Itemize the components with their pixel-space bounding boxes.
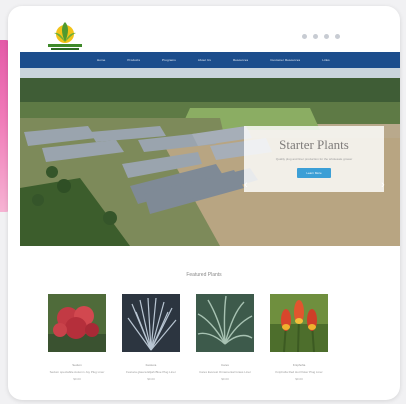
product-name: Sedum xyxy=(72,363,82,367)
nursery-logo[interactable] xyxy=(42,20,88,52)
email-icon[interactable] xyxy=(335,34,340,39)
chevron-right-icon[interactable]: › xyxy=(381,180,385,191)
product-description: Sedum spectabile Autumn Joy Plug Liner xyxy=(49,370,105,374)
product-name: Festuca xyxy=(145,363,157,367)
chevron-left-icon[interactable]: ‹ xyxy=(244,180,248,191)
twitter-icon[interactable] xyxy=(313,34,318,39)
hero-slider: Starter Plants Quality plug and liner pr… xyxy=(20,68,400,246)
main-navigation: Home Products Programs About Us Resource… xyxy=(20,52,400,68)
product-image[interactable] xyxy=(48,294,106,352)
product-card[interactable]: Carex Carex Everest Ornamental Grass Lin… xyxy=(196,294,254,381)
hero-subtitle: Quality plug and liner production for th… xyxy=(275,157,353,161)
nav-item-customer-resources[interactable]: Customer Resources xyxy=(259,58,311,62)
product-price: $0.00 xyxy=(221,377,229,381)
nav-item-about[interactable]: About Us xyxy=(187,58,222,62)
featured-products-grid: Sedum Sedum spectabile Autumn Joy Plug L… xyxy=(48,294,384,390)
site-header xyxy=(8,6,400,52)
hero-caption-box: Starter Plants Quality plug and liner pr… xyxy=(244,126,384,192)
product-price: $0.00 xyxy=(295,377,303,381)
product-name: Carex xyxy=(220,363,229,367)
nav-item-programs[interactable]: Programs xyxy=(151,58,187,62)
product-image[interactable] xyxy=(270,294,328,352)
product-card[interactable]: Sedum Sedum spectabile Autumn Joy Plug L… xyxy=(48,294,106,381)
social-links xyxy=(302,34,340,39)
product-description: Kniphofia Red Hot Poker Plug Liner xyxy=(275,370,323,374)
product-name: Kniphofia xyxy=(292,363,306,367)
hero-cta-button[interactable]: Learn More xyxy=(297,168,331,178)
product-image[interactable] xyxy=(122,294,180,352)
product-price: $0.00 xyxy=(147,377,155,381)
nav-item-home[interactable]: Home xyxy=(86,58,116,62)
nav-item-products[interactable]: Products xyxy=(116,58,151,62)
product-card[interactable]: Kniphofia Kniphofia Red Hot Poker Plug L… xyxy=(270,294,328,381)
nav-item-resources[interactable]: Resources xyxy=(222,58,259,62)
facebook-icon[interactable] xyxy=(302,34,307,39)
product-description: Festuca glauca Elijah Blue Plug Liner xyxy=(126,370,176,374)
product-image[interactable] xyxy=(196,294,254,352)
product-card[interactable]: Festuca Festuca glauca Elijah Blue Plug … xyxy=(122,294,180,381)
hero-title: Starter Plants xyxy=(279,137,349,152)
instagram-icon[interactable] xyxy=(324,34,329,39)
product-description: Carex Everest Ornamental Grass Liner xyxy=(199,370,251,374)
product-price: $0.00 xyxy=(73,377,81,381)
website-preview-card[interactable]: Home Products Programs About Us Resource… xyxy=(8,6,400,400)
nav-item-links[interactable]: Links xyxy=(311,58,341,62)
featured-section-title: Featured Plants xyxy=(186,272,222,278)
